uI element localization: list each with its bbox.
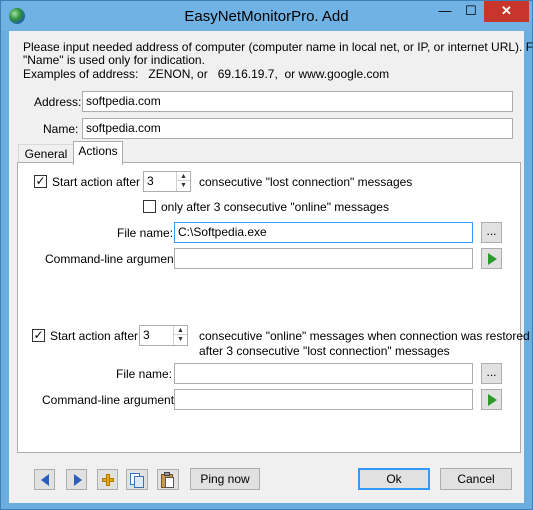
- actions-panel: ✓ Start action after 3 ▲ ▼ consecutive "…: [17, 162, 530, 453]
- previous-button[interactable]: [34, 469, 55, 490]
- stepper-up-icon[interactable]: ▲: [174, 326, 187, 335]
- restore-file-label: File name:: [116, 367, 173, 381]
- lost-file-label: File name:: [117, 226, 174, 240]
- next-button[interactable]: [66, 469, 87, 490]
- copy-icon-front: [134, 476, 144, 488]
- lost-consecutive-label: consecutive "lost connection" messages: [199, 175, 413, 189]
- restore-browse-button[interactable]: ...: [481, 363, 502, 384]
- restore-count-stepper[interactable]: 3 ▲ ▼: [139, 325, 188, 346]
- stepper-arrows: ▲ ▼: [176, 172, 190, 191]
- checkmark-icon: ✓: [33, 328, 44, 342]
- lost-action-checkbox[interactable]: ✓: [34, 174, 47, 188]
- only-after-online-checkbox[interactable]: [143, 200, 156, 213]
- restore-action-checkbox[interactable]: ✓: [32, 328, 45, 342]
- lost-run-button[interactable]: [481, 248, 502, 269]
- paste-icon-sheet: [165, 477, 174, 488]
- stepper-down-icon[interactable]: ▼: [174, 335, 187, 344]
- lost-start-label: Start action after: [52, 175, 141, 189]
- restore-consecutive-line-1: consecutive "online" messages when conne…: [199, 329, 530, 343]
- ping-now-button[interactable]: Ping now: [190, 468, 260, 490]
- paste-button[interactable]: [157, 469, 179, 490]
- lost-args-input[interactable]: [174, 248, 473, 269]
- lost-args-label: Command-line arguments:: [45, 252, 187, 266]
- dialog-window: EasyNetMonitorPro. Add — ☐ ✕ Please inpu…: [0, 0, 533, 510]
- title-bar[interactable]: EasyNetMonitorPro. Add — ☐ ✕: [1, 1, 532, 31]
- restore-count-value: 3: [143, 328, 150, 342]
- lost-browse-button[interactable]: ...: [481, 222, 502, 243]
- paste-icon-clip: [164, 472, 170, 476]
- restore-args-input[interactable]: [174, 389, 473, 410]
- restore-file-input[interactable]: [174, 363, 473, 384]
- close-button[interactable]: ✕: [484, 1, 529, 22]
- intro-line-2: "Name" is used only for indication.: [23, 53, 205, 67]
- stepper-down-icon[interactable]: ▼: [177, 181, 190, 190]
- name-input[interactable]: softpedia.com: [82, 118, 513, 139]
- restore-start-label: Start action after: [50, 329, 139, 343]
- stepper-up-icon[interactable]: ▲: [177, 172, 190, 181]
- play-icon: [488, 253, 497, 265]
- lost-file-input[interactable]: C:\Softpedia.exe: [174, 222, 473, 243]
- add-button[interactable]: [97, 469, 118, 490]
- restore-run-button[interactable]: [481, 389, 502, 410]
- address-label: Address:: [34, 95, 82, 109]
- maximize-button[interactable]: ☐: [458, 1, 484, 22]
- only-after-online-label: only after 3 consecutive "online" messag…: [161, 200, 389, 214]
- lost-count-value: 3: [147, 174, 154, 188]
- restore-consecutive-line-2: after 3 consecutive "lost connection" me…: [199, 344, 450, 358]
- arrow-left-icon: [41, 474, 49, 486]
- intro-line-1: Please input needed address of computer …: [23, 40, 533, 54]
- arrow-right-icon: [74, 474, 82, 486]
- ok-button[interactable]: Ok: [358, 468, 430, 490]
- dialog-body: Please input needed address of computer …: [9, 31, 533, 503]
- name-label: Name:: [43, 122, 79, 136]
- minimize-button[interactable]: —: [432, 1, 458, 22]
- copy-button[interactable]: [126, 469, 148, 490]
- checkmark-icon: ✓: [35, 174, 46, 188]
- address-input[interactable]: softpedia.com: [82, 91, 513, 112]
- tab-actions[interactable]: Actions: [73, 141, 123, 165]
- intro-line-3: Examples of address: ZENON, or 69.16.19.…: [23, 67, 390, 81]
- plus-icon-vertical: [106, 474, 110, 486]
- play-icon: [488, 394, 497, 406]
- lost-count-stepper[interactable]: 3 ▲ ▼: [143, 171, 191, 192]
- restore-args-label: Command-line arguments:: [42, 393, 184, 407]
- cancel-button[interactable]: Cancel: [440, 468, 512, 490]
- stepper-arrows: ▲ ▼: [173, 326, 187, 345]
